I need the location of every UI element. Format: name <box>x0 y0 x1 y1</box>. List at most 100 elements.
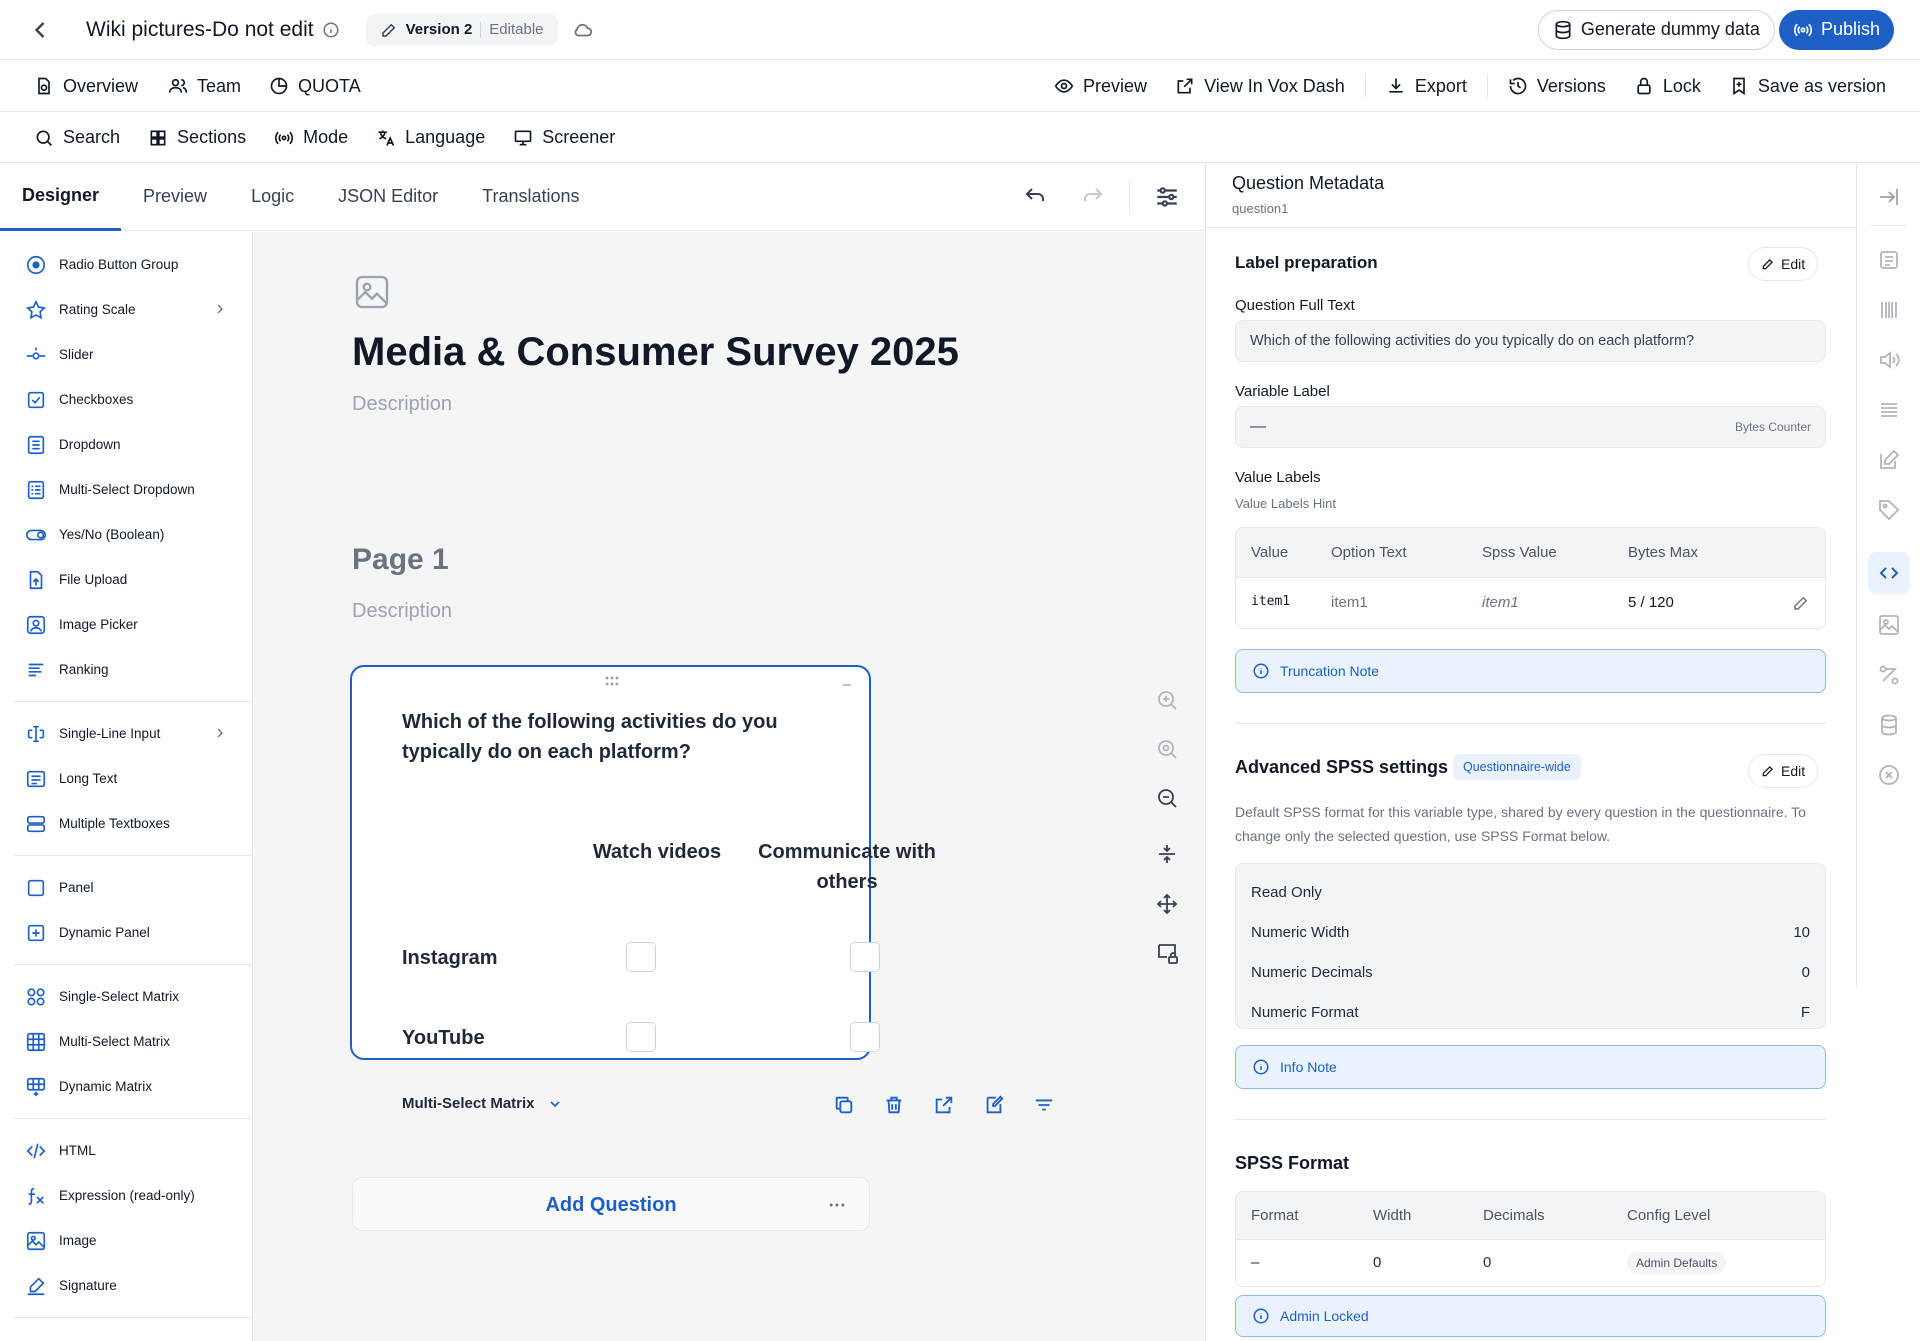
survey-description[interactable]: Description <box>352 393 452 416</box>
zoom-reset-icon[interactable] <box>1155 737 1179 761</box>
toolbox-expression[interactable]: Expression (read-only) <box>0 1173 252 1218</box>
tab-json-editor[interactable]: JSON Editor <box>316 163 460 231</box>
matrix-checkbox[interactable] <box>850 942 880 972</box>
more-options-icon[interactable] <box>827 1195 847 1215</box>
pencil-icon[interactable] <box>1792 594 1810 612</box>
logic-flow-icon[interactable] <box>1877 663 1901 687</box>
matrix-checkbox[interactable] <box>850 1022 880 1052</box>
toolbox-radio-button-group[interactable]: Radio Button Group <box>0 242 252 287</box>
variable-label-field[interactable]: — Bytes Counter <box>1235 406 1826 448</box>
versions-label: Versions <box>1536 75 1606 96</box>
logo-placeholder-icon[interactable] <box>352 272 392 312</box>
chevron-right-icon[interactable] <box>212 725 228 741</box>
undo-icon[interactable] <box>1023 185 1047 209</box>
toolbox-slider[interactable]: Slider <box>0 332 252 377</box>
settings-sliders-icon[interactable] <box>1154 184 1180 210</box>
toolbox-image-picker[interactable]: Image Picker <box>0 602 252 647</box>
toolbox-dropdown[interactable]: Dropdown <box>0 422 252 467</box>
toolbox-multiple-textboxes[interactable]: Multiple Textboxes <box>0 801 252 846</box>
preview-link[interactable]: Preview <box>1054 76 1147 97</box>
page-description[interactable]: Description <box>352 600 452 623</box>
versions-link[interactable]: Versions <box>1508 76 1606 97</box>
barcode-icon[interactable] <box>1877 298 1901 322</box>
form-icon[interactable] <box>1877 248 1901 272</box>
image-settings-icon[interactable] <box>1877 613 1901 637</box>
zoom-out-icon[interactable] <box>1155 786 1179 810</box>
delete-icon[interactable] <box>883 1094 905 1116</box>
duplicate-icon[interactable] <box>833 1094 855 1116</box>
tab-translations[interactable]: Translations <box>460 163 601 231</box>
toolbox-ranking[interactable]: Ranking <box>0 647 252 692</box>
tag-icon[interactable] <box>1877 498 1901 522</box>
code-panel-button[interactable] <box>1868 552 1910 594</box>
expand-all-icon[interactable] <box>1155 892 1179 916</box>
question-card[interactable]: Which of the following activities do you… <box>350 665 936 1060</box>
audio-icon[interactable] <box>1877 348 1901 372</box>
search-button[interactable]: Search <box>34 127 120 148</box>
question-title[interactable]: Which of the following activities do you… <box>402 707 842 767</box>
matrix-checkbox[interactable] <box>626 942 656 972</box>
database-icon[interactable] <box>1877 713 1901 737</box>
toolbox-multi-select-dropdown[interactable]: Multi-Select Dropdown <box>0 467 252 512</box>
quota-link[interactable]: QUOTA <box>269 76 361 97</box>
tab-preview[interactable]: Preview <box>121 163 229 231</box>
open-external-icon[interactable] <box>933 1094 955 1116</box>
save-as-version-link[interactable]: Save as version <box>1729 76 1886 97</box>
toolbox-single-select-matrix[interactable]: Single-Select Matrix <box>0 974 252 1019</box>
question-type-selector[interactable]: Multi-Select Matrix <box>402 1095 563 1112</box>
close-circle-icon[interactable] <box>1877 763 1901 787</box>
overview-link[interactable]: Overview <box>34 76 138 97</box>
question-full-text-field[interactable]: Which of the following activities do you… <box>1235 320 1826 362</box>
tab-logic[interactable]: Logic <box>229 163 316 231</box>
publish-button[interactable]: Publish <box>1778 9 1894 50</box>
info-icon[interactable] <box>322 21 340 39</box>
redo-icon[interactable] <box>1081 185 1105 209</box>
back-icon[interactable] <box>26 16 54 44</box>
generate-dummy-data-button[interactable]: Generate dummy data <box>1537 9 1775 50</box>
chevron-right-icon[interactable] <box>212 301 228 317</box>
edit-square-icon[interactable] <box>1877 448 1901 472</box>
edit-spss-button[interactable]: Edit <box>1748 754 1819 788</box>
filter-icon[interactable] <box>1033 1094 1055 1116</box>
mode-button[interactable]: Mode <box>274 127 348 148</box>
screener-button[interactable]: Screener <box>513 127 615 148</box>
edit-label-button[interactable]: Edit <box>1748 247 1819 281</box>
add-question-button[interactable]: Add Question <box>353 1178 869 1232</box>
team-link[interactable]: Team <box>168 76 241 97</box>
sections-button[interactable]: Sections <box>148 127 246 148</box>
lock-preview-icon[interactable] <box>1155 941 1179 965</box>
collapse-all-icon[interactable] <box>1155 842 1179 866</box>
toolbox-checkboxes[interactable]: Checkboxes <box>0 377 252 422</box>
cloud-sync-icon[interactable] <box>572 19 594 41</box>
toolbox-dynamic-matrix[interactable]: Dynamic Matrix <box>0 1064 252 1109</box>
drag-handle-icon[interactable] <box>604 675 620 687</box>
survey-title[interactable]: Media & Consumer Survey 2025 <box>352 330 959 375</box>
view-vox-dash-link[interactable]: View In Vox Dash <box>1175 76 1345 97</box>
zoom-in-icon[interactable] <box>1155 688 1179 712</box>
radio-waves-icon <box>274 128 294 148</box>
add-question-bar[interactable]: Add Question <box>352 1177 870 1231</box>
toolbox-single-line-input[interactable]: Single-Line Input <box>0 711 252 756</box>
toolbox-panel[interactable]: Panel <box>0 865 252 910</box>
setting-value: F <box>1800 1003 1810 1021</box>
language-button[interactable]: Language <box>376 127 485 148</box>
version-pill[interactable]: Version 2 Editable <box>365 13 558 46</box>
toolbox-dynamic-panel[interactable]: Dynamic Panel <box>0 910 252 955</box>
toolbox-long-text[interactable]: Long Text <box>0 756 252 801</box>
tab-designer[interactable]: Designer <box>0 163 122 231</box>
list-icon[interactable] <box>1877 398 1901 422</box>
lock-link[interactable]: Lock <box>1634 76 1701 97</box>
toolbox-html[interactable]: HTML <box>0 1128 252 1173</box>
toolbox-image[interactable]: Image <box>0 1218 252 1263</box>
export-link[interactable]: Export <box>1386 76 1467 97</box>
toolbox-multi-select-matrix[interactable]: Multi-Select Matrix <box>0 1019 252 1064</box>
edit-note-icon[interactable] <box>983 1094 1005 1116</box>
toolbox-yes-no[interactable]: Yes/No (Boolean) <box>0 512 252 557</box>
toolbox-signature[interactable]: Signature <box>0 1263 252 1308</box>
matrix-checkbox[interactable] <box>626 1022 656 1052</box>
collapse-icon[interactable] <box>839 677 855 693</box>
toolbox-rating-scale[interactable]: Rating Scale <box>0 287 252 332</box>
toolbox-file-upload[interactable]: File Upload <box>0 557 252 602</box>
page-title[interactable]: Page 1 <box>352 543 449 577</box>
collapse-panel-icon[interactable] <box>1877 185 1901 209</box>
